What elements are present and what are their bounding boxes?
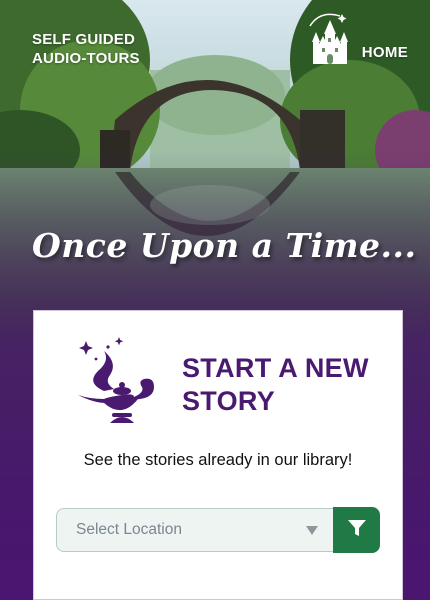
new-story-card: START A NEW STORY See the stories alread… — [33, 310, 403, 600]
location-filter: Select Location — [56, 507, 380, 554]
library-link-text[interactable]: See the stories already in our library! — [34, 451, 402, 470]
card-title-line-2: STORY — [182, 385, 276, 416]
hero-title: Once Upon a Time... — [32, 226, 417, 265]
home-link[interactable]: HOME — [306, 12, 408, 71]
location-select-value: Select Location — [76, 521, 182, 538]
brand-title: SELF GUIDED AUDIO-TOURS — [32, 30, 140, 68]
castle-icon — [306, 12, 354, 71]
filter-icon — [347, 518, 367, 543]
magic-lamp-icon — [74, 337, 160, 432]
brand-line-2: AUDIO-TOURS — [32, 50, 140, 67]
chevron-down-icon — [306, 525, 318, 535]
card-title-line-1: START A NEW — [182, 352, 369, 383]
card-header: START A NEW STORY — [74, 337, 369, 432]
card-title: START A NEW STORY — [182, 352, 369, 418]
location-select[interactable]: Select Location — [56, 508, 333, 552]
home-label: HOME — [361, 44, 408, 61]
brand-line-1: SELF GUIDED — [32, 31, 136, 48]
filter-button[interactable] — [333, 507, 380, 553]
